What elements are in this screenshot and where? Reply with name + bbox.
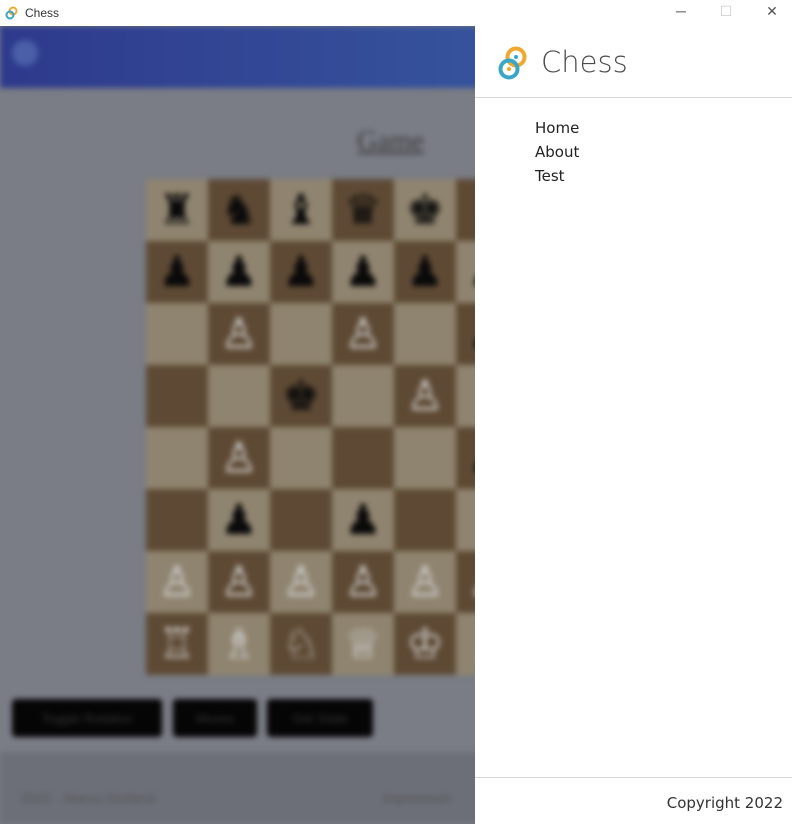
footer-impressum: Impressum bbox=[382, 790, 452, 806]
chess-square bbox=[270, 303, 332, 365]
chess-piece-square: ♟ bbox=[394, 241, 456, 303]
chess-piece-square: ♙ bbox=[394, 551, 456, 613]
chess-piece-square: ♟ bbox=[146, 241, 208, 303]
chess-piece-square: ♟ bbox=[208, 489, 270, 551]
nav-menu: Home About Test bbox=[535, 116, 579, 188]
maximize-button[interactable]: ☐ bbox=[703, 0, 749, 22]
nav-item-about[interactable]: About bbox=[535, 140, 579, 164]
chess-square bbox=[208, 365, 270, 427]
chess-piece-square: ♚ bbox=[394, 179, 456, 241]
side-nav-panel: Chess Home About Test Copyright 2022 bbox=[475, 26, 792, 824]
chess-square bbox=[394, 489, 456, 551]
background-logo-icon bbox=[12, 40, 38, 66]
chess-piece-square: ♖ bbox=[146, 613, 208, 675]
app-logo-icon bbox=[5, 6, 18, 20]
chess-piece-square: ♚ bbox=[270, 365, 332, 427]
chess-piece-square: ♔ bbox=[394, 613, 456, 675]
panel-title: Chess bbox=[541, 45, 628, 79]
nav-item-home[interactable]: Home bbox=[535, 116, 579, 140]
chess-square bbox=[146, 489, 208, 551]
close-button[interactable]: ✕ bbox=[749, 0, 792, 22]
chess-piece-square: ♘ bbox=[270, 613, 332, 675]
chess-piece-square: ♝ bbox=[270, 179, 332, 241]
chess-logo-icon bbox=[498, 46, 527, 80]
chess-piece-square: ♟ bbox=[332, 241, 394, 303]
game-heading: Game bbox=[357, 126, 424, 157]
chess-square bbox=[394, 303, 456, 365]
chess-piece-square: ♛ bbox=[332, 179, 394, 241]
chess-piece-square: ♟ bbox=[208, 241, 270, 303]
chess-square bbox=[146, 427, 208, 489]
chess-piece-square: ♙ bbox=[208, 551, 270, 613]
chess-piece-square: ♜ bbox=[146, 179, 208, 241]
chess-square bbox=[394, 427, 456, 489]
chess-square bbox=[332, 365, 394, 427]
chess-piece-square: ♙ bbox=[208, 303, 270, 365]
nav-item-test[interactable]: Test bbox=[535, 164, 579, 188]
copyright-text: Copyright 2022 bbox=[666, 794, 783, 812]
chess-piece-square: ♙ bbox=[208, 427, 270, 489]
panel-footer: Copyright 2022 bbox=[475, 777, 792, 825]
chess-piece-square: ♙ bbox=[332, 303, 394, 365]
get-state-button: Get State bbox=[267, 699, 373, 737]
chess-piece-square: ♙ bbox=[394, 365, 456, 427]
chess-square bbox=[270, 489, 332, 551]
toggle-rotation-button: Toggle Rotation bbox=[12, 699, 162, 737]
chess-square bbox=[270, 427, 332, 489]
chess-piece-square: ♙ bbox=[270, 551, 332, 613]
chess-piece-square: ♟ bbox=[270, 241, 332, 303]
panel-header: Chess bbox=[475, 26, 792, 98]
chess-piece-square: ♗ bbox=[208, 613, 270, 675]
window-title: Chess bbox=[25, 6, 60, 20]
chess-piece-square: ♕ bbox=[332, 613, 394, 675]
moves-button: Moves bbox=[173, 699, 257, 737]
chess-square bbox=[146, 303, 208, 365]
chess-piece-square: ♙ bbox=[146, 551, 208, 613]
chess-square bbox=[332, 427, 394, 489]
chess-piece-square: ♞ bbox=[208, 179, 270, 241]
minimize-button[interactable]: ─ bbox=[658, 0, 704, 22]
chess-piece-square: ♙ bbox=[332, 551, 394, 613]
chess-piece-square: ♟ bbox=[332, 489, 394, 551]
footer-author: 2022 - Marco Dorland bbox=[20, 790, 156, 806]
chess-square bbox=[146, 365, 208, 427]
